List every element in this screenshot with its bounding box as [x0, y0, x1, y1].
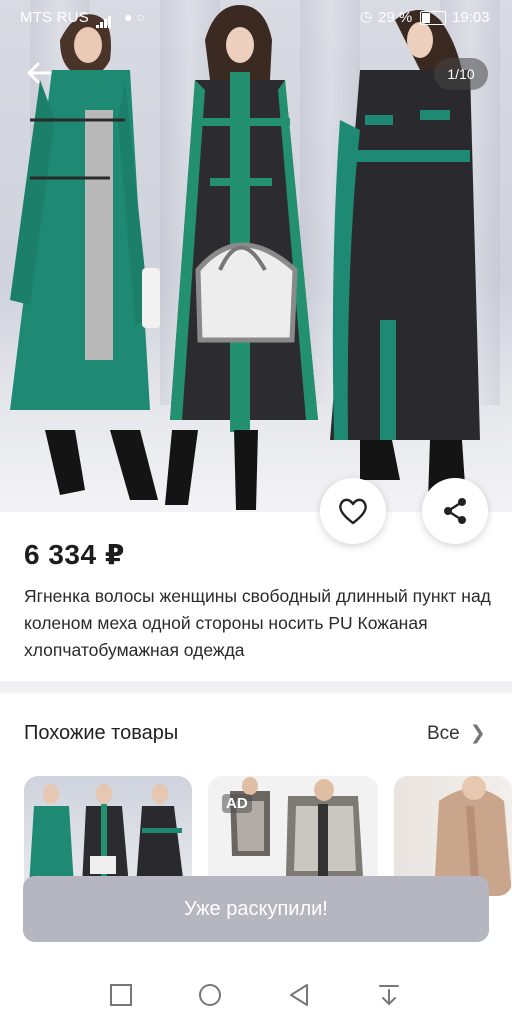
- back-arrow-icon[interactable]: [24, 58, 56, 90]
- status-bar: MTS RUS ● ○ ◷ 29 % 19:03: [0, 0, 512, 34]
- product-price: 6 334 ₽: [24, 539, 125, 570]
- system-nav-bar: [0, 966, 512, 1024]
- back-triangle-icon[interactable]: [286, 982, 312, 1008]
- heart-icon: [339, 498, 367, 525]
- home-circle-icon[interactable]: [197, 982, 223, 1008]
- similar-products-heading: Похожие товары: [24, 722, 179, 744]
- product-title: Ягненка волосы женщины свободный длинный…: [24, 586, 491, 660]
- battery-percent: 29 %: [378, 9, 413, 26]
- model-black-coat: [165, 5, 318, 510]
- section-divider: [0, 681, 512, 693]
- chevron-right-icon: ❯: [469, 723, 486, 744]
- favorite-button[interactable]: [320, 478, 386, 544]
- see-all-label: Все: [427, 723, 460, 744]
- message-icon: ● ○: [124, 9, 145, 25]
- carrier-name: MTS RUS: [20, 9, 89, 26]
- battery-icon: [420, 11, 446, 25]
- share-icon: [444, 498, 466, 524]
- product-image-gallery[interactable]: MTS RUS ● ○ ◷ 29 % 19:03 1/10: [0, 0, 512, 512]
- signal-icon: [96, 11, 112, 28]
- alarm-icon: ◷: [360, 8, 373, 24]
- share-button[interactable]: [422, 478, 488, 544]
- clock: 19:03: [452, 9, 490, 26]
- sold-out-button[interactable]: Уже раскупили!: [23, 876, 489, 942]
- download-icon[interactable]: [376, 982, 402, 1008]
- square-icon[interactable]: [108, 982, 134, 1008]
- see-all-link[interactable]: Все ❯: [427, 722, 486, 745]
- image-counter: 1/10: [434, 58, 488, 90]
- ad-badge: AD: [222, 794, 252, 813]
